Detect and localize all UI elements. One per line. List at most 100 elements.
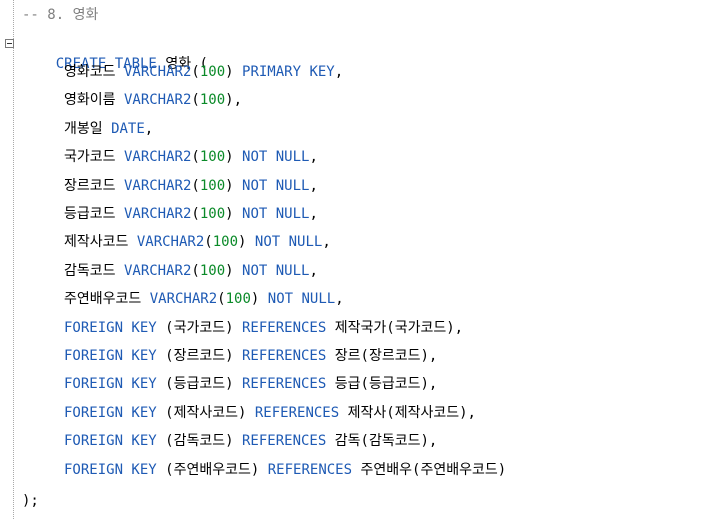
paren: ) bbox=[225, 92, 234, 108]
ref-column: 국가코드 bbox=[394, 320, 447, 336]
foreign-key-line: FOREIGN KEY (국가코드) REFERENCES 제작국가(국가코드)… bbox=[64, 318, 463, 338]
code-comment: -- 8. 영화 bbox=[22, 7, 99, 23]
column-size: 100 bbox=[199, 64, 226, 80]
column-definition-line: 감독코드 VARCHAR2(100) NOT NULL, bbox=[64, 261, 318, 281]
references-keyword: REFERENCES bbox=[242, 320, 327, 336]
fk-column: 장르코드 bbox=[173, 348, 226, 364]
column-constraint: NOT NULL bbox=[267, 291, 336, 307]
column-definition-line: 개봉일 DATE, bbox=[64, 119, 153, 139]
paren: ) bbox=[238, 405, 247, 421]
column-definition-line: 국가코드 VARCHAR2(100) NOT NULL, bbox=[64, 147, 318, 167]
paren: ( bbox=[165, 376, 174, 392]
column-definition-line: 영화이름 VARCHAR2(100), bbox=[64, 90, 242, 110]
ref-table: 제작국가 bbox=[334, 320, 387, 336]
paren: ( bbox=[165, 433, 174, 449]
references-keyword: REFERENCES bbox=[242, 376, 327, 392]
fold-guide-line bbox=[13, 0, 14, 519]
paren: ) bbox=[459, 405, 468, 421]
paren: ) bbox=[420, 433, 429, 449]
fk-column: 주연배우코드 bbox=[173, 462, 251, 478]
comma: , bbox=[309, 206, 318, 222]
paren: ) bbox=[225, 149, 234, 165]
column-definition-line: 제작사코드 VARCHAR2(100) NOT NULL, bbox=[64, 232, 331, 252]
paren: ( bbox=[165, 320, 174, 336]
comma: , bbox=[309, 178, 318, 194]
paren: ) bbox=[225, 178, 234, 194]
ref-table: 등급 bbox=[334, 376, 361, 392]
comma: , bbox=[309, 149, 318, 165]
column-type: VARCHAR2 bbox=[123, 263, 192, 279]
column-size: 100 bbox=[225, 291, 251, 307]
paren: ( bbox=[386, 320, 395, 336]
paren: ) bbox=[225, 206, 234, 222]
paren: ) bbox=[225, 263, 234, 279]
foreign-key-keyword: FOREIGN KEY bbox=[64, 405, 157, 421]
foreign-key-line: FOREIGN KEY (제작사코드) REFERENCES 제작사(제작사코드… bbox=[64, 403, 476, 423]
comma: , bbox=[335, 291, 344, 307]
column-name: 제작사코드 bbox=[64, 234, 129, 250]
paren: ) bbox=[250, 462, 260, 478]
comma: , bbox=[144, 121, 154, 137]
column-definition-line: 등급코드 VARCHAR2(100) NOT NULL, bbox=[64, 204, 318, 224]
paren: ( bbox=[217, 291, 226, 307]
column-type: VARCHAR2 bbox=[123, 178, 192, 194]
foreign-key-line: FOREIGN KEY (등급코드) REFERENCES 등급(등급코드), bbox=[64, 374, 437, 394]
foreign-key-keyword: FOREIGN KEY bbox=[64, 462, 157, 478]
column-name: 감독코드 bbox=[64, 263, 116, 279]
column-constraint: NOT NULL bbox=[242, 206, 310, 222]
paren: ) bbox=[238, 234, 247, 250]
ref-table: 제작사 bbox=[347, 405, 387, 421]
paren: ) bbox=[250, 291, 260, 307]
paren: ( bbox=[165, 348, 174, 364]
fk-column: 감독코드 bbox=[173, 433, 226, 449]
paren: ) bbox=[225, 320, 234, 336]
paren: ) bbox=[225, 348, 234, 364]
comma: , bbox=[467, 405, 476, 421]
sql-editor[interactable]: -- 8. 영화 CREATE TABLE 영화 ( 영화코드 VARCHAR2… bbox=[0, 0, 712, 519]
paren: ( bbox=[165, 462, 174, 478]
ref-table: 주연배우 bbox=[360, 462, 413, 478]
fk-column: 국가코드 bbox=[173, 320, 226, 336]
ref-column: 장르코드 bbox=[368, 348, 421, 364]
paren: ( bbox=[165, 405, 174, 421]
comma: , bbox=[233, 92, 243, 108]
column-name: 국가코드 bbox=[64, 149, 116, 165]
foreign-key-keyword: FOREIGN KEY bbox=[64, 320, 157, 336]
paren: ) bbox=[225, 64, 234, 80]
paren: ) bbox=[225, 433, 234, 449]
foreign-key-keyword: FOREIGN KEY bbox=[64, 433, 157, 449]
comma: , bbox=[322, 234, 331, 250]
column-name: 장르코드 bbox=[64, 178, 116, 194]
ref-table: 감독 bbox=[334, 433, 361, 449]
foreign-key-line: FOREIGN KEY (장르코드) REFERENCES 장르(장르코드), bbox=[64, 346, 437, 366]
comma: , bbox=[454, 320, 464, 336]
collapse-icon[interactable] bbox=[5, 39, 14, 48]
paren: ) bbox=[446, 320, 455, 336]
column-constraint: NOT NULL bbox=[242, 178, 310, 194]
column-size: 100 bbox=[199, 206, 226, 222]
fk-column: 등급코드 bbox=[173, 376, 226, 392]
foreign-key-keyword: FOREIGN KEY bbox=[64, 348, 157, 364]
paren: ( bbox=[386, 405, 395, 421]
paren: ( bbox=[204, 234, 213, 250]
paren: ( bbox=[191, 64, 200, 80]
column-name: 개봉일 bbox=[64, 121, 103, 137]
comma: , bbox=[334, 64, 344, 80]
column-type: VARCHAR2 bbox=[123, 206, 192, 222]
foreign-key-keyword: FOREIGN KEY bbox=[64, 376, 157, 392]
column-constraint: NOT NULL bbox=[242, 149, 310, 165]
column-type: DATE bbox=[111, 121, 145, 137]
column-name: 등급코드 bbox=[64, 206, 116, 222]
column-name: 영화코드 bbox=[64, 64, 116, 80]
column-constraint: PRIMARY KEY bbox=[242, 64, 335, 80]
paren: ) bbox=[225, 376, 234, 392]
foreign-key-line: FOREIGN KEY (감독코드) REFERENCES 감독(감독코드), bbox=[64, 431, 437, 451]
column-type: VARCHAR2 bbox=[123, 149, 192, 165]
column-name: 영화이름 bbox=[64, 92, 116, 108]
column-constraint: NOT NULL bbox=[254, 234, 323, 250]
ref-column: 등급코드 bbox=[368, 376, 421, 392]
comma: , bbox=[309, 263, 318, 279]
paren: ) bbox=[497, 462, 507, 478]
column-type: VARCHAR2 bbox=[123, 64, 192, 80]
column-size: 100 bbox=[212, 234, 239, 250]
